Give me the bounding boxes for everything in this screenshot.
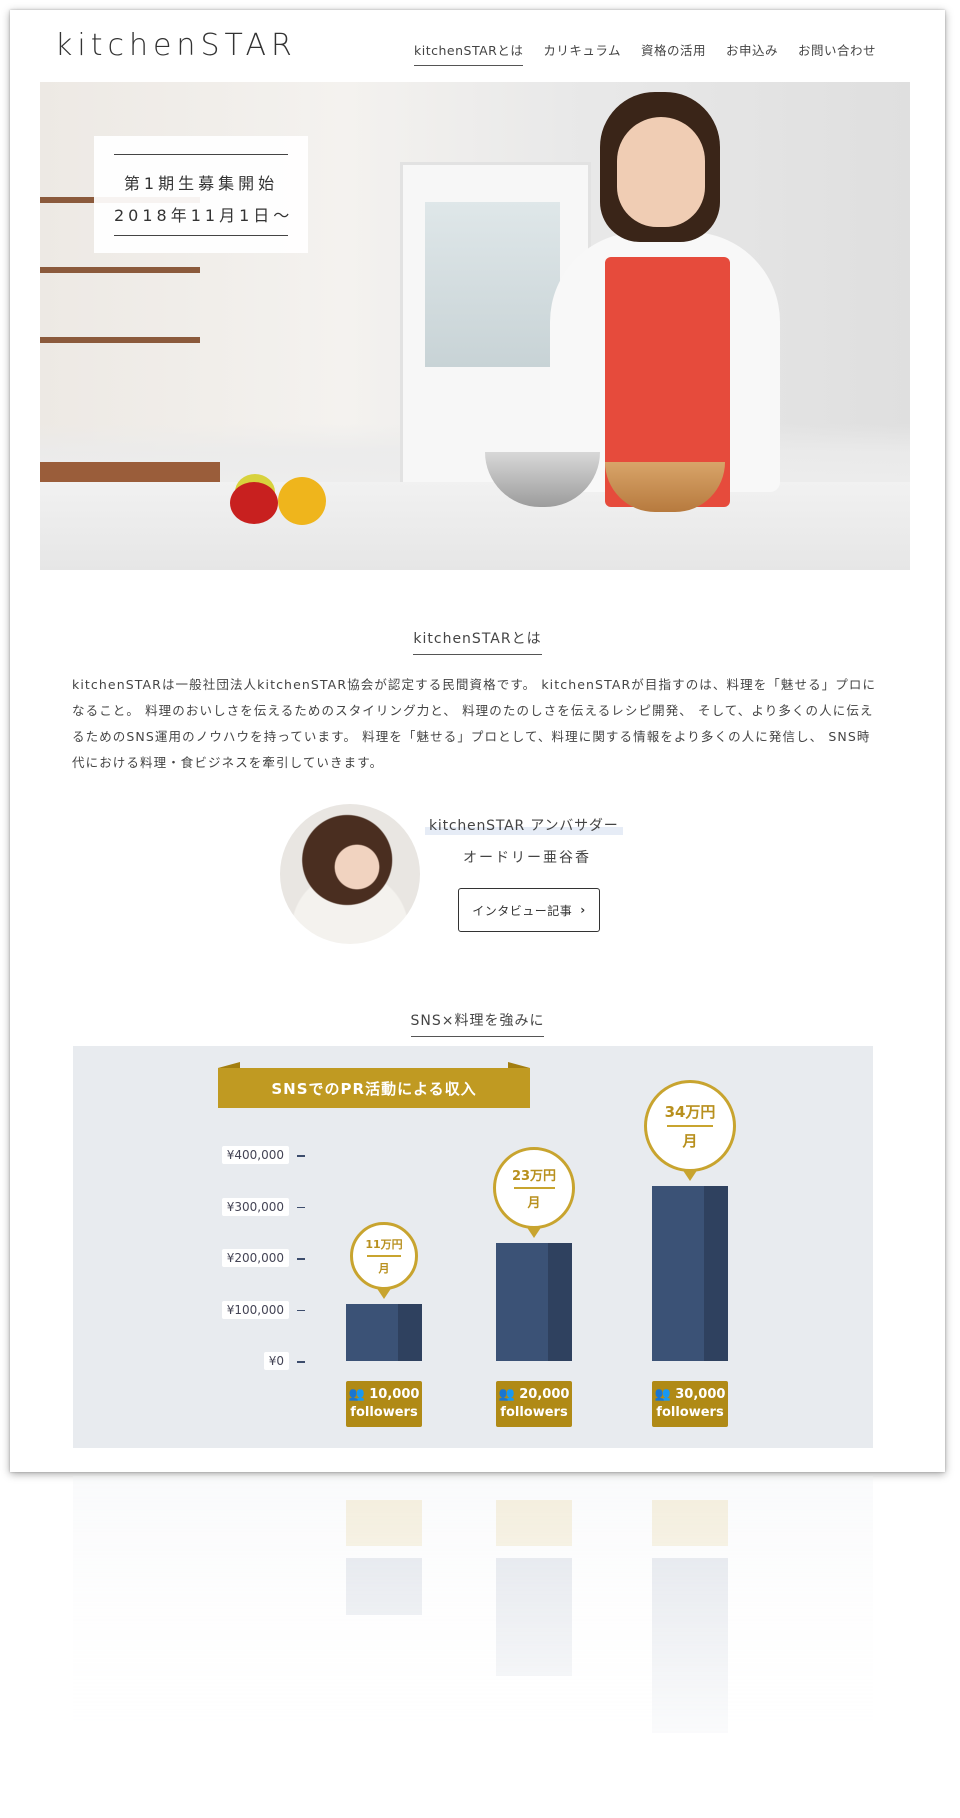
nav-item-qualification-usage[interactable]: 資格の活用 [641, 40, 706, 66]
income-chart: SNSでのPR活動による収入 ¥400,000 ¥300,000 ¥200,000 ¥… [73, 1046, 873, 1448]
y-tick-mark [297, 1258, 305, 1260]
nav-item-contact[interactable]: お問い合わせ [798, 40, 876, 66]
about-heading: kitchenSTARとは [413, 628, 542, 655]
badge-line-2: 2018年11月1日〜 [114, 206, 294, 225]
y-tick-text: ¥200,000 [221, 1249, 289, 1267]
badge-rule-top [114, 154, 288, 155]
person-face [617, 117, 705, 227]
y-tick-label: ¥0 [73, 1352, 289, 1370]
bubble-unit: 月 [378, 1262, 390, 1276]
reflection-bar [652, 1558, 728, 1734]
interview-button-label: インタビュー記事 [472, 903, 573, 918]
followers-unit: followers [500, 1405, 568, 1420]
followers-count: 👥 30,000 [654, 1387, 726, 1402]
reflection-bar [346, 1558, 422, 1615]
y-tick-text: ¥300,000 [221, 1197, 289, 1216]
main-nav: kitchenSTARとは カリキュラム 資格の活用 お申込み お問い合わせ [414, 40, 896, 66]
bubble-amount: 11万円 [365, 1238, 403, 1252]
bubble-divider [667, 1124, 713, 1127]
followers-label: 👥 10,000 followers [346, 1381, 422, 1427]
bubble-divider [367, 1255, 401, 1258]
y-tick-text: ¥100,000 [221, 1300, 289, 1319]
chart-bar [496, 1242, 572, 1361]
followers-unit: followers [656, 1405, 724, 1420]
reflection-followers [346, 1500, 422, 1546]
shelf [40, 337, 200, 343]
ambassador-name: オードリー亜谷香 [463, 850, 591, 866]
reflection-bar [496, 1558, 572, 1677]
ambassador-avatar [280, 804, 420, 944]
site-logo[interactable]: kitchenSTAR [55, 28, 297, 63]
y-tick-text: ¥0 [263, 1352, 289, 1370]
followers-label: 👥 20,000 followers [496, 1381, 572, 1427]
sns-heading-wrap: SNS×料理を強みに [10, 1010, 945, 1037]
bubble-unit: 月 [527, 1195, 541, 1211]
nav-item-about[interactable]: kitchenSTARとは [414, 40, 524, 66]
y-tick-mark [297, 1361, 305, 1363]
shelf [40, 267, 200, 273]
chart-bar [652, 1185, 728, 1361]
chart-reflection [73, 1476, 873, 1776]
y-tick-label: ¥100,000 [73, 1300, 289, 1319]
countertop [40, 482, 910, 570]
chart-bar [346, 1304, 422, 1361]
ambassador-role: kitchenSTAR アンバサダー [425, 815, 623, 835]
hero-image: 第1期生募集開始 2018年11月1日〜 [40, 82, 910, 570]
pepper [230, 482, 278, 524]
chart-bar-shade [704, 1185, 728, 1361]
chart-title: SNSでのPR活動による収入 [218, 1068, 530, 1108]
nav-item-curriculum[interactable]: カリキュラム [543, 40, 621, 66]
followers-count: 👥 20,000 [498, 1387, 570, 1402]
chart-bar-shade [398, 1304, 422, 1361]
pepper [278, 477, 326, 525]
recruitment-badge: 第1期生募集開始 2018年11月1日〜 [94, 136, 308, 253]
about-heading-wrap: kitchenSTARとは [10, 628, 945, 655]
reflection-followers [652, 1500, 728, 1546]
followers-unit: followers [350, 1405, 418, 1420]
interview-article-button[interactable]: インタビュー記事 › [458, 888, 600, 932]
bubble-divider [513, 1186, 555, 1189]
badge-rule-bottom [114, 235, 288, 236]
y-tick-label: ¥200,000 [73, 1249, 289, 1267]
bubble-amount: 23万円 [511, 1168, 557, 1184]
y-tick-label: ¥400,000 [73, 1146, 289, 1164]
badge-line-1: 第1期生募集開始 [123, 174, 279, 193]
bubble-amount: 34万円 [664, 1102, 716, 1121]
y-tick-text: ¥400,000 [221, 1146, 289, 1164]
followers-label: 👥 30,000 followers [652, 1381, 728, 1427]
nav-item-apply[interactable]: お申込み [726, 40, 778, 66]
sns-heading: SNS×料理を強みに [410, 1010, 545, 1037]
y-tick-mark [297, 1206, 305, 1208]
page-card: kitchenSTAR kitchenSTARとは カリキュラム 資格の活用 お… [10, 10, 945, 1472]
y-tick-label: ¥300,000 [73, 1197, 289, 1216]
reflection-followers [496, 1500, 572, 1546]
chevron-right-icon: › [580, 903, 586, 917]
about-description: kitchenSTARは一般社団法人kitchenSTAR協会が認定する民間資格… [72, 677, 877, 770]
door-window [425, 202, 560, 367]
income-bubble: 34万円月 [644, 1079, 736, 1181]
followers-count: 👥 10,000 [348, 1387, 420, 1402]
y-tick-mark [297, 1155, 305, 1157]
income-bubble: 23万円月 [493, 1146, 575, 1238]
bubble-unit: 月 [682, 1131, 698, 1150]
income-bubble: 11万円月 [350, 1222, 418, 1300]
y-tick-mark [297, 1309, 305, 1311]
chart-bar-shade [548, 1242, 572, 1361]
